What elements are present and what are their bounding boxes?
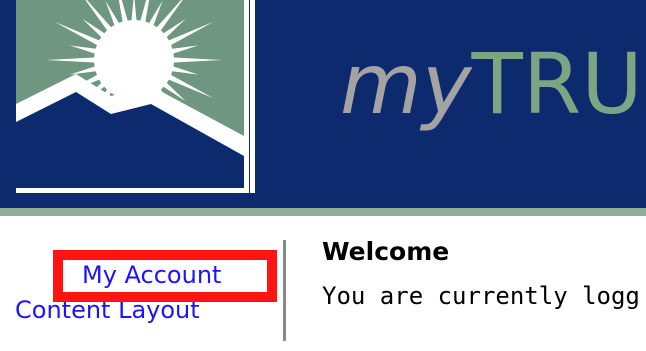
sunrise-mountain-logo <box>16 0 249 193</box>
sidebar-divider <box>283 240 286 341</box>
content-layout-link[interactable]: Content Layout <box>15 296 200 324</box>
header-banner: myTRU <box>0 0 646 208</box>
page-title: Welcome <box>322 237 450 266</box>
brand-title: myTRU <box>340 34 643 134</box>
header-rule <box>0 208 646 216</box>
logo-divider <box>250 0 255 193</box>
my-account-link[interactable]: My Account <box>82 261 221 289</box>
logo-graphic <box>16 0 244 188</box>
welcome-message: You are currently logg <box>322 282 640 310</box>
brand-prefix: my <box>340 35 472 133</box>
brand-suffix: TRU <box>471 35 643 133</box>
